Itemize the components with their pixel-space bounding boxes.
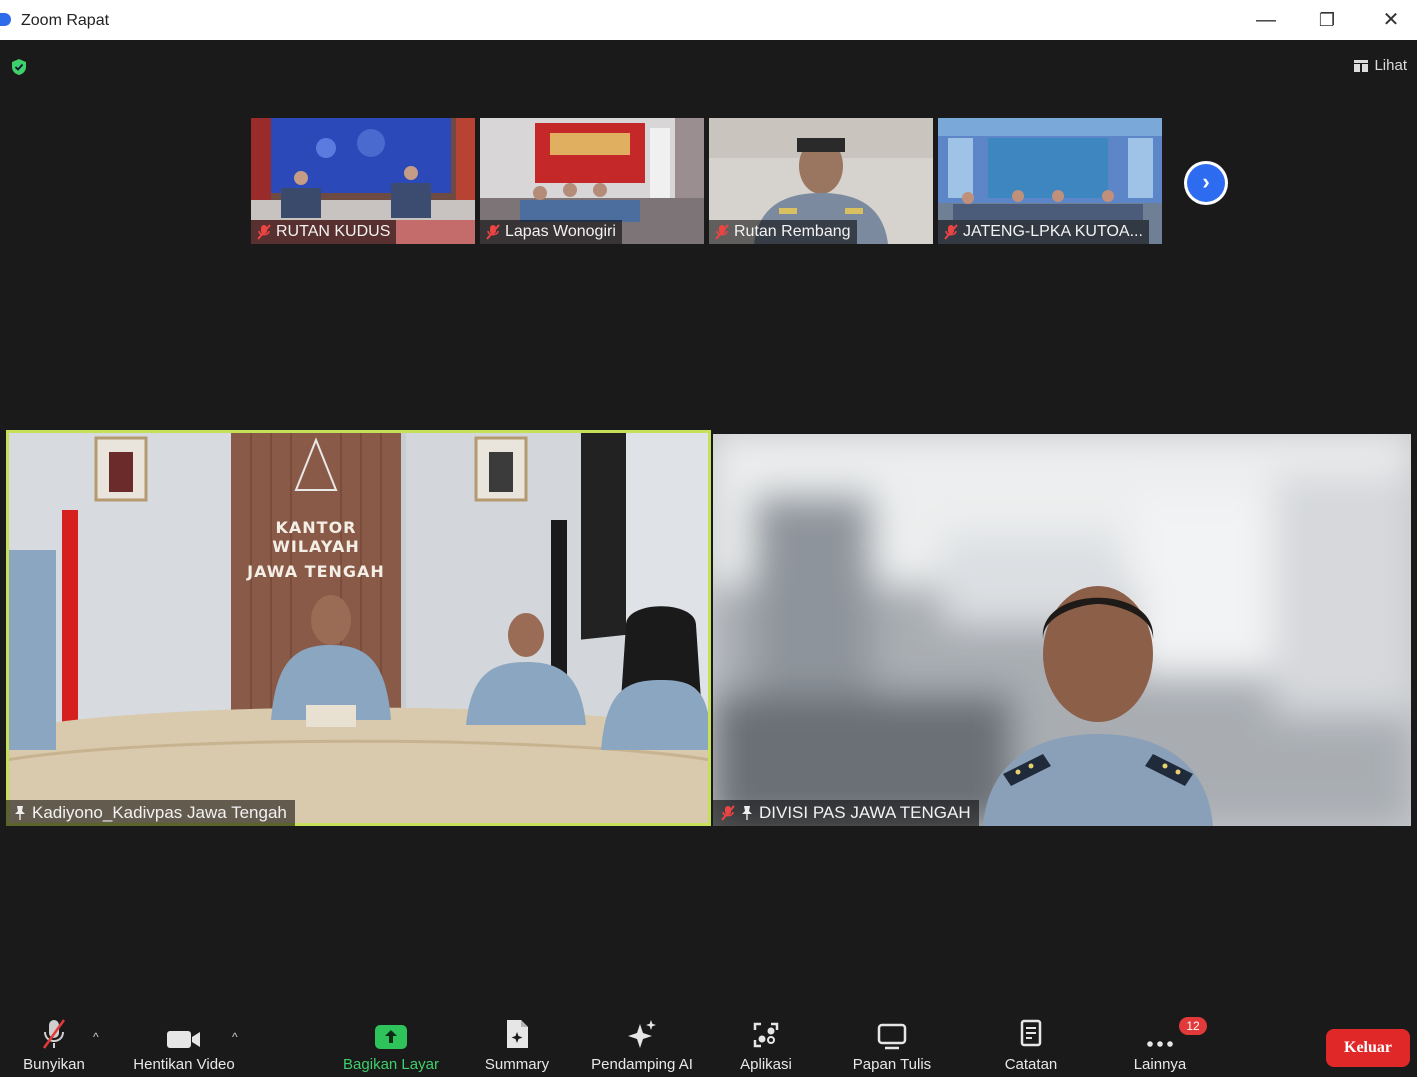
video-feed-divisi-pas <box>713 434 1411 826</box>
whiteboard-button[interactable]: Papan Tulis <box>840 1010 944 1077</box>
participant-name-label: Kadiyono_Kadivpas Jawa Tengah <box>6 800 295 826</box>
muted-mic-icon <box>721 805 735 821</box>
apps-button[interactable]: Aplikasi <box>726 1010 806 1077</box>
more-label: Lainnya <box>1133 1056 1187 1073</box>
apps-icon <box>753 1022 779 1048</box>
more-dots-icon <box>1147 1041 1173 1047</box>
close-button[interactable]: ✕ <box>1371 6 1411 34</box>
summary-document-icon <box>507 1020 528 1048</box>
notes-label: Catatan <box>1004 1056 1058 1073</box>
view-label: Lihat <box>1374 57 1407 74</box>
whiteboard-label: Papan Tulis <box>852 1056 932 1073</box>
share-screen-button[interactable]: Bagikan Layar <box>335 1010 447 1077</box>
participant-name-label: Lapas Wonogiri <box>480 220 622 244</box>
participant-name-label: Rutan Rembang <box>709 220 857 244</box>
whiteboard-icon <box>877 1023 907 1050</box>
ai-companion-button[interactable]: Pendamping AI <box>578 1010 706 1077</box>
share-screen-icon <box>375 1025 407 1049</box>
video-tile-divisi-pas[interactable]: DIVISI PAS JAWA TENGAH <box>713 434 1411 826</box>
zoom-logo-icon <box>0 13 11 26</box>
participant-thumbnail[interactable]: RUTAN KUDUS <box>251 118 475 244</box>
muted-mic-icon <box>257 224 271 240</box>
meeting-stage: Lihat RUTAN KUDUS Lapas Wonogiri Rutan R… <box>6 40 1411 1077</box>
next-page-button[interactable]: › <box>1184 161 1228 205</box>
video-camera-icon <box>167 1031 200 1048</box>
participant-thumbnail[interactable]: Rutan Rembang <box>709 118 933 244</box>
stop-video-label: Hentikan Video <box>133 1056 235 1073</box>
summary-button[interactable]: Summary <box>471 1010 563 1077</box>
view-button[interactable]: Lihat <box>1353 57 1407 74</box>
unmute-label: Bunyikan <box>23 1056 85 1073</box>
notes-icon <box>1020 1019 1042 1047</box>
video-tile-kadivpas[interactable]: KANTOR WILAYAH JAWA TENGAH Kadiyono_Kadi… <box>6 430 711 826</box>
stop-video-button[interactable]: Hentikan Video <box>122 1010 246 1077</box>
chevron-right-icon: › <box>1187 164 1225 202</box>
more-notification-badge: 12 <box>1179 1017 1207 1035</box>
minimize-button[interactable]: — <box>1246 6 1286 34</box>
muted-mic-icon <box>715 224 729 240</box>
video-options-caret-icon[interactable]: ^ <box>232 1030 238 1044</box>
share-screen-label: Bagikan Layar <box>343 1056 439 1073</box>
summary-label: Summary <box>484 1056 550 1073</box>
muted-mic-icon <box>486 224 500 240</box>
video-feed-kanwil-jateng <box>6 430 711 826</box>
window-title: Zoom Rapat <box>21 12 110 29</box>
pin-icon <box>742 806 752 820</box>
pin-icon <box>15 806 25 820</box>
restore-button[interactable]: ❐ <box>1307 6 1347 34</box>
ai-companion-label: Pendamping AI <box>591 1056 693 1073</box>
unmute-button[interactable]: Bunyikan <box>12 1010 96 1077</box>
participant-name-label: RUTAN KUDUS <box>251 220 397 244</box>
apps-label: Aplikasi <box>740 1056 792 1073</box>
ai-sparkle-icon <box>628 1020 656 1048</box>
office-sign: KANTOR WILAYAH JAWA TENGAH <box>247 518 385 581</box>
audio-options-caret-icon[interactable]: ^ <box>93 1030 99 1044</box>
muted-mic-icon <box>944 224 958 240</box>
muted-mic-icon <box>42 1019 66 1049</box>
encryption-shield-icon[interactable] <box>11 58 27 76</box>
participant-thumbnail[interactable]: Lapas Wonogiri <box>480 118 704 244</box>
participant-name-label: JATENG-LPKA KUTOA... <box>938 220 1149 244</box>
leave-meeting-button[interactable]: Keluar <box>1326 1029 1410 1067</box>
participant-thumbnail[interactable]: JATENG-LPKA KUTOA... <box>938 118 1162 244</box>
participant-name-label: DIVISI PAS JAWA TENGAH <box>713 800 979 826</box>
window-titlebar: Zoom Rapat — ❐ ✕ <box>0 0 1417 40</box>
notes-button[interactable]: Catatan <box>990 1010 1072 1077</box>
view-grid-icon <box>1354 59 1369 72</box>
